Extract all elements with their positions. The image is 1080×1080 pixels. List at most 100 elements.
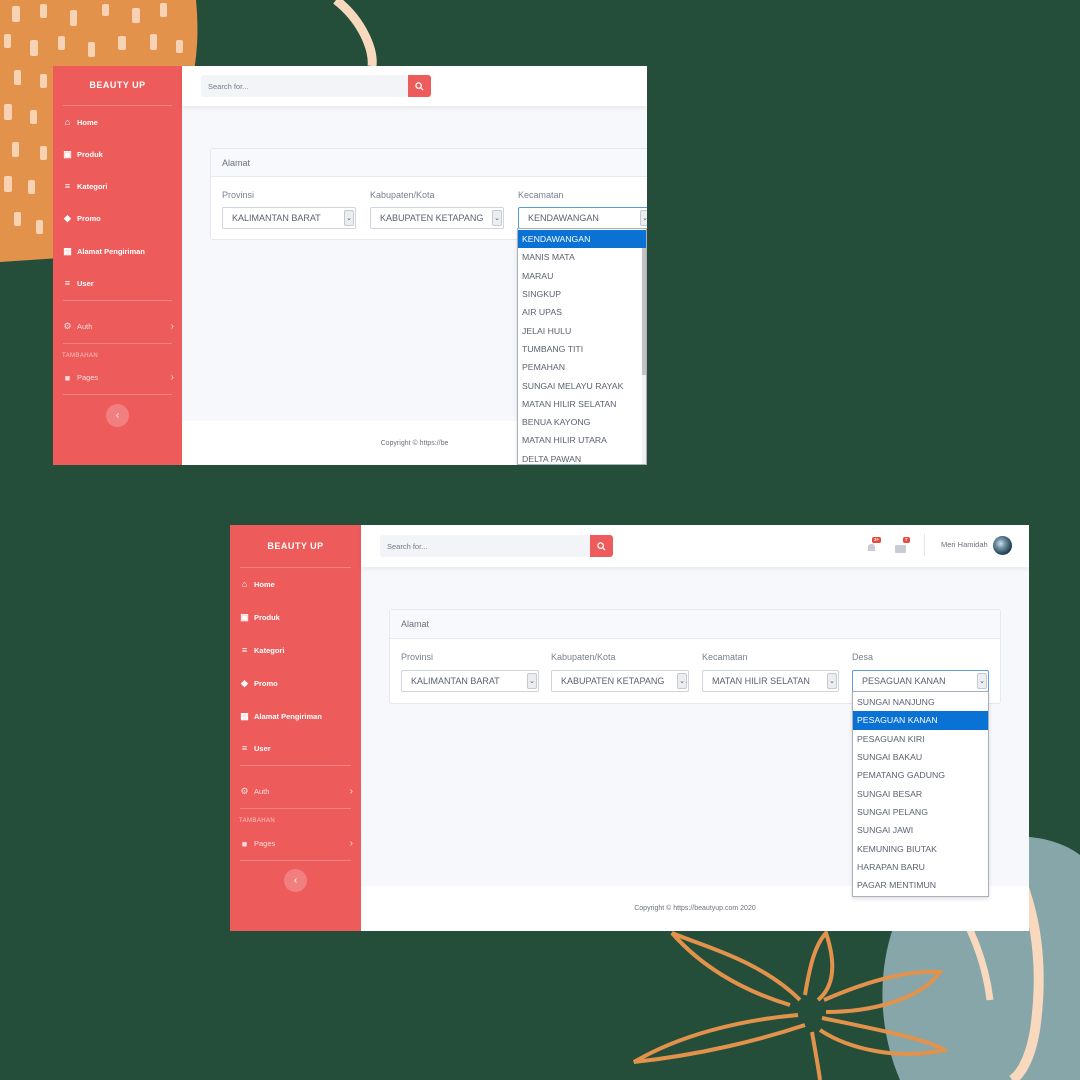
dropdown-option[interactable]: PEMATANG GADUNG [853, 766, 988, 784]
brand-title[interactable]: BEAUTY UP [230, 541, 361, 551]
provinsi-select[interactable]: KALIMANTAN BARAT ⌄ [222, 207, 356, 229]
chevron-down-icon: ⌄ [344, 210, 354, 226]
sidebar-item-produk[interactable]: ▣ Produk [62, 149, 174, 160]
sidebar-item-label: Pages [254, 839, 276, 848]
sidebar-item-label: Auth [254, 787, 270, 796]
sidebar-item-alamat-pengiriman[interactable]: ▦ Alamat Pengiriman [239, 711, 353, 722]
dropdown-option[interactable]: AIR UPAS [518, 303, 646, 321]
sidebar-item-pages[interactable]: ■ Pages › [62, 372, 174, 383]
field-label-kabupaten: Kabupaten/Kota [551, 652, 616, 662]
desa-select[interactable]: PESAGUAN KANAN ⌄ [852, 670, 989, 692]
sidebar-item-label: Home [254, 579, 275, 589]
sidebar-item-label: User [254, 743, 271, 753]
chevron-left-icon: ‹ [115, 410, 120, 421]
dropdown-option[interactable]: PESAGUAN KIRI [853, 730, 988, 748]
sidebar-toggle-button[interactable]: ‹ [106, 404, 129, 427]
dropdown-option[interactable]: BENUA KAYONG [518, 413, 646, 431]
dropdown-option[interactable]: SUNGAI PELANG [853, 803, 988, 821]
kabupaten-select[interactable]: KABUPATEN KETAPANG ⌄ [551, 670, 689, 692]
field-label-kecamatan: Kecamatan [702, 652, 748, 662]
dropdown-option[interactable]: PEMAHAN [518, 358, 646, 376]
sidebar: BEAUTY UP ⌂ Home ▣ Produk ≡ Kategori ◆ Promo… [230, 525, 361, 931]
search-button[interactable] [590, 535, 613, 557]
dropdown-option[interactable]: KEMUNING BIUTAK [853, 839, 988, 857]
tags-icon: ◆ [241, 678, 248, 688]
sidebar-item-kategori[interactable]: ≡ Kategori [62, 181, 174, 191]
address-card: Alamat Provinsi KALIMANTAN BARAT ⌄ Kabupa… [389, 609, 1001, 704]
address-card: Alamat Provinsi KALIMANTAN BARAT ⌄ Kabupa… [210, 148, 647, 240]
sidebar-item-home[interactable]: ⌂ Home [239, 579, 353, 589]
select-value: KABUPATEN KETAPANG [380, 213, 484, 223]
sidebar-item-auth[interactable]: ⚙ Auth › [62, 321, 174, 332]
search-button[interactable] [408, 75, 431, 97]
dropdown-option[interactable]: MATAN HILIR SELATAN [518, 395, 646, 413]
search-icon [415, 81, 424, 91]
kecamatan-select[interactable]: KENDAWANGAN ⌄ [518, 207, 647, 229]
dropdown-option[interactable]: MANIS MATA [518, 248, 646, 266]
messages-badge: 7 [903, 537, 910, 543]
kecamatan-dropdown-list[interactable]: KENDAWANGAN MANIS MATA MARAU SINGKUP AIR UPA… [517, 228, 647, 465]
alerts-badge: 3+ [872, 537, 882, 543]
chevron-down-icon: ⌄ [640, 210, 647, 226]
sidebar-item-kategori[interactable]: ≡ Kategori [239, 645, 353, 655]
sidebar-item-label: Promo [254, 679, 278, 688]
sidebar-item-user[interactable]: ≡ User [239, 743, 353, 753]
topbar: Search for... [182, 66, 647, 106]
sidebar-item-label: Kategori [77, 181, 108, 191]
brand-title[interactable]: BEAUTY UP [53, 80, 182, 90]
tags-icon: ◆ [64, 213, 71, 223]
dropdown-option[interactable]: KENDAWANGAN [518, 230, 646, 249]
sidebar-item-label: Kategori [254, 645, 285, 655]
sidebar-item-produk[interactable]: ▣ Produk [239, 612, 353, 623]
dropdown-option[interactable]: SUNGAI BESAR [853, 785, 988, 803]
kecamatan-select[interactable]: MATAN HILIR SELATAN ⌄ [702, 670, 839, 692]
user-name[interactable]: Meri Hamidah [941, 540, 988, 549]
divider [63, 300, 172, 301]
sidebar-item-label: Promo [77, 214, 101, 223]
dropdown-option[interactable]: DELTA PAWAN [518, 450, 646, 464]
cream-arc-top [333, 0, 377, 67]
dropdown-option[interactable]: SUNGAI MELAYU RAYAK [518, 376, 646, 394]
folder-icon: ■ [241, 838, 248, 849]
sidebar-item-home[interactable]: ⌂ Home [62, 117, 174, 127]
dropdown-option[interactable]: SUNGAI NANJUNG [853, 693, 988, 711]
dropdown-option[interactable]: HARAPAN BARU [853, 858, 988, 876]
messages-button[interactable]: 7 [895, 537, 910, 558]
sidebar-item-alamat-pengiriman[interactable]: ▦ Alamat Pengiriman [62, 246, 174, 257]
dropdown-option[interactable]: TUMBANG TITI [518, 340, 646, 358]
dropdown-option[interactable]: MARAU [518, 267, 646, 285]
sidebar-item-label: Auth [77, 322, 93, 331]
dropdown-option[interactable]: SUNGAI JAWI [853, 821, 988, 839]
chevron-down-icon: ⌄ [977, 673, 987, 689]
gear-icon: ⚙ [63, 321, 72, 331]
search-input[interactable]: Search for... [380, 535, 590, 557]
sidebar-item-promo[interactable]: ◆ Promo [62, 213, 174, 224]
chevron-down-icon: ⌄ [677, 673, 687, 689]
desa-dropdown-list[interactable]: SUNGAI NANJUNG PESAGUAN KANAN PESAGUAN KIR… [852, 691, 989, 897]
dropdown-option[interactable]: PAGAR MENTIMUN [853, 876, 988, 894]
sidebar-item-label: User [77, 278, 94, 288]
select-value: MATAN HILIR SELATAN [712, 676, 810, 686]
dropdown-option[interactable]: MATAN HILIR UTARA [518, 431, 646, 449]
divider [63, 105, 172, 106]
sidebar-item-label: Alamat Pengiriman [77, 247, 145, 256]
sidebar-item-auth[interactable]: ⚙ Auth › [239, 786, 353, 797]
sidebar-item-pages[interactable]: ■ Pages › [239, 838, 353, 849]
alerts-button[interactable]: 3+ [866, 537, 882, 558]
dropdown-option[interactable]: SINGKUP [518, 285, 646, 303]
sidebar-item-user[interactable]: ≡ User [62, 278, 174, 288]
sidebar: BEAUTY UP ⌂ Home ▣ Produk ≡ Kategori ◆ Promo… [53, 66, 182, 465]
card-title: Alamat [390, 610, 1000, 639]
dropdown-option[interactable]: JELAI HULU [518, 322, 646, 340]
sidebar-item-promo[interactable]: ◆ Promo [239, 678, 353, 689]
dropdown-option[interactable]: PESAGUAN KANAN [853, 711, 988, 730]
avatar[interactable] [993, 536, 1012, 555]
provinsi-select[interactable]: KALIMANTAN BARAT ⌄ [401, 670, 539, 692]
field-label-provinsi: Provinsi [401, 652, 434, 662]
sidebar-toggle-button[interactable]: ‹ [284, 869, 307, 892]
search-icon [597, 541, 606, 551]
search-input[interactable]: Search for... [201, 75, 408, 97]
select-value: KALIMANTAN BARAT [232, 213, 321, 223]
kabupaten-select[interactable]: KABUPATEN KETAPANG ⌄ [370, 207, 504, 229]
dropdown-option[interactable]: SUNGAI BAKAU [853, 748, 988, 766]
